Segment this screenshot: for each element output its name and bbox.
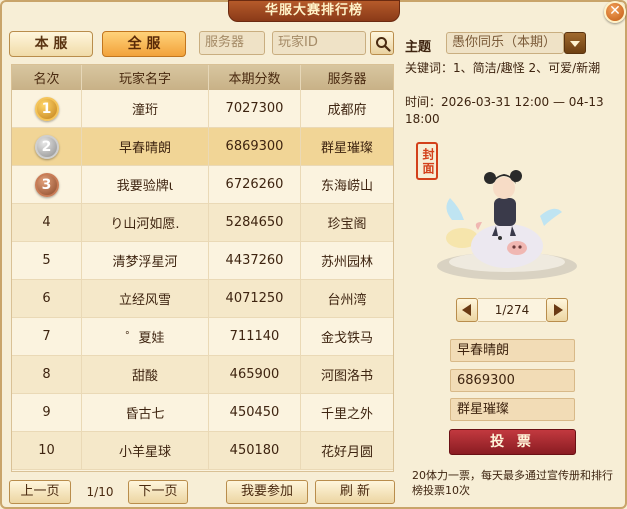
search-button[interactable] [370, 31, 394, 55]
table-row[interactable]: 9 昏古七 450450 千里之外 [12, 394, 393, 432]
row-rank: 9 [12, 394, 82, 431]
row-score: 450180 [209, 432, 301, 469]
table-header: 名次 玩家名字 本期分数 服务器 [12, 65, 393, 90]
row-server: 成都府 [327, 103, 367, 118]
close-icon: ✕ [609, 3, 621, 19]
row-server: 河图洛书 [320, 369, 373, 384]
window-title: 华服大赛排行榜 [228, 0, 400, 22]
next-page-button[interactable]: 下一页 [128, 480, 188, 504]
table-row[interactable]: 1 潼珩 7027300 成都府 [12, 90, 393, 128]
theme-select[interactable]: 愚你同乐（本期） [446, 32, 564, 54]
preview-next-button[interactable] [546, 298, 568, 322]
row-score: 465900 [209, 356, 301, 393]
row-rank: 4 [12, 204, 82, 241]
table-row[interactable]: 7 ゜夏娃 711140 金戈铁马 [12, 318, 393, 356]
row-score: 4437260 [209, 242, 301, 279]
table-row[interactable]: 4 り山河如愿. 5284650 珍宝阁 [12, 204, 393, 242]
row-score: 6869300 [209, 128, 301, 165]
header-rank: 名次 [12, 65, 82, 90]
header-server: 服务器 [327, 72, 367, 87]
row-score: 7027300 [209, 90, 301, 127]
row-player-name: 早春晴朗 [82, 128, 209, 165]
row-server: 金戈铁马 [320, 331, 373, 346]
table-row[interactable]: 8 甜酸 465900 河图洛书 [12, 356, 393, 394]
row-score: 6726260 [209, 166, 301, 203]
tab-local-server[interactable]: 本 服 [9, 31, 93, 57]
silver-medal-icon: 2 [34, 134, 59, 159]
row-server: 台州湾 [327, 293, 367, 308]
cover-seal: 封面 [416, 142, 438, 180]
row-rank: 6 [12, 280, 82, 317]
row-server: 花好月圆 [320, 445, 373, 460]
row-player-name: 立经风雪 [82, 280, 209, 317]
selected-player-server: 群星璀璨 [450, 398, 575, 421]
selected-player-score: 6869300 [450, 369, 575, 392]
table-row[interactable]: 10 小羊星球 450180 花好月圆 [12, 432, 393, 470]
table-row[interactable]: 6 立经风雪 4071250 台州湾 [12, 280, 393, 318]
row-rank: 3 [12, 166, 82, 203]
row-rank: 7 [12, 318, 82, 355]
row-score: 5284650 [209, 204, 301, 241]
prev-page-button[interactable]: 上一页 [9, 480, 71, 504]
server-search-input[interactable]: 服务器 [199, 31, 265, 55]
row-player-name: 昏古七 [82, 394, 209, 431]
row-score: 711140 [209, 318, 301, 355]
row-rank: 2 [12, 128, 82, 165]
theme-label: 主题 [405, 40, 432, 55]
row-server: 群星璀璨 [320, 141, 373, 156]
row-server: 珍宝阁 [327, 217, 367, 232]
preview-prev-button[interactable] [456, 298, 478, 322]
row-player-name: り山河如愿. [82, 204, 209, 241]
join-button[interactable]: 我要参加 [226, 480, 308, 504]
search-icon [376, 37, 391, 52]
selected-player-name: 早春晴朗 [450, 339, 575, 362]
gold-medal-icon: 1 [34, 96, 59, 121]
theme-time: 时间：2026-03-31 12:00 — 04-13 18:00 [405, 95, 604, 126]
row-server: 东海崂山 [320, 179, 373, 194]
header-score: 本期分数 [209, 65, 301, 90]
row-rank: 1 [12, 90, 82, 127]
bronze-medal-icon: 3 [34, 172, 59, 197]
preview-counter: 1/274 [478, 298, 546, 322]
row-rank: 8 [12, 356, 82, 393]
row-player-name: 甜酸 [82, 356, 209, 393]
row-rank: 10 [12, 432, 82, 469]
page-indicator: 1/10 [86, 485, 114, 499]
row-player-name: 清梦浮星河 [82, 242, 209, 279]
row-server: 苏州园林 [320, 255, 373, 270]
close-button[interactable]: ✕ [604, 1, 626, 23]
row-player-name: 潼珩 [82, 90, 209, 127]
tab-all-servers[interactable]: 全 服 [102, 31, 186, 57]
chevron-down-icon[interactable] [564, 32, 586, 54]
row-player-name: 我要验牌ι [82, 166, 209, 203]
player-id-input[interactable]: 玩家ID [272, 31, 366, 55]
row-player-name: 小羊星球 [82, 432, 209, 469]
row-rank: 5 [12, 242, 82, 279]
refresh-button[interactable]: 刷 新 [315, 480, 395, 504]
row-server: 千里之外 [320, 407, 373, 422]
theme-keywords: 关键词：1、简洁/趣怪 2、可爱/新潮 [405, 61, 601, 75]
header-name: 玩家名字 [82, 65, 209, 90]
vote-button[interactable]: 投 票 [449, 429, 576, 455]
row-player-name: ゜夏娃 [82, 318, 209, 355]
table-row[interactable]: 2 早春晴朗 6869300 群星璀璨 [12, 128, 393, 166]
row-score: 4071250 [209, 280, 301, 317]
costume-preview-image [437, 170, 577, 280]
row-score: 450450 [209, 394, 301, 431]
ranking-table: 名次 玩家名字 本期分数 服务器 1 潼珩 7027300 成都府 2 早春晴朗 68693… [11, 64, 394, 472]
vote-note: 20体力一票，每天最多通过宣传册和排行榜投票10次 [412, 469, 613, 497]
table-row[interactable]: 3 我要验牌ι 6726260 东海崂山 [12, 166, 393, 204]
table-row[interactable]: 5 清梦浮星河 4437260 苏州园林 [12, 242, 393, 280]
